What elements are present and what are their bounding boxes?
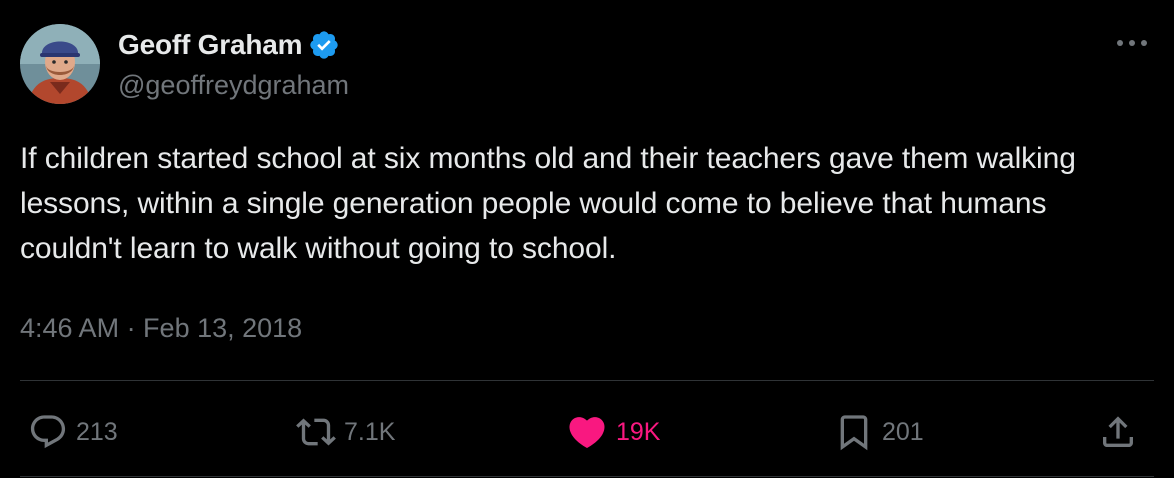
- bookmark-icon: [840, 415, 868, 451]
- tweet-timestamp[interactable]: 4:46 AM · Feb 13, 2018: [20, 310, 302, 346]
- reply-count: 213: [76, 417, 118, 446]
- more-dots-icon: [1117, 40, 1147, 46]
- retweet-count: 7.1K: [344, 417, 396, 446]
- like-button[interactable]: 19K: [566, 404, 660, 460]
- divider: [20, 476, 1154, 477]
- avatar[interactable]: [20, 24, 100, 104]
- tweet-text: If children started school at six months…: [20, 142, 1076, 265]
- author-handle[interactable]: @geoffreydgraham: [118, 68, 349, 102]
- share-icon: [1103, 416, 1133, 447]
- reply-bubble-icon: [30, 415, 66, 449]
- avatar-image: [20, 24, 100, 104]
- share-button[interactable]: [1098, 404, 1138, 460]
- action-bar: 213 7.1K 19K 201: [0, 404, 1174, 460]
- like-count: 19K: [616, 417, 661, 446]
- more-options-button[interactable]: [1112, 28, 1152, 58]
- display-name[interactable]: Geoff Graham: [118, 27, 303, 63]
- retweet-button[interactable]: 7.1K: [296, 404, 395, 460]
- verified-badge-icon: [308, 29, 340, 61]
- reply-button[interactable]: 213: [28, 404, 118, 460]
- author-name-row[interactable]: Geoff Graham: [118, 27, 340, 63]
- retweet-icon: [296, 418, 336, 446]
- bookmark-count: 201: [882, 417, 924, 446]
- divider: [20, 380, 1154, 381]
- tweet-card: Geoff Graham @geoffreydgraham If childre…: [0, 0, 1174, 478]
- heart-icon: [569, 417, 605, 449]
- bookmark-button[interactable]: 201: [834, 404, 924, 460]
